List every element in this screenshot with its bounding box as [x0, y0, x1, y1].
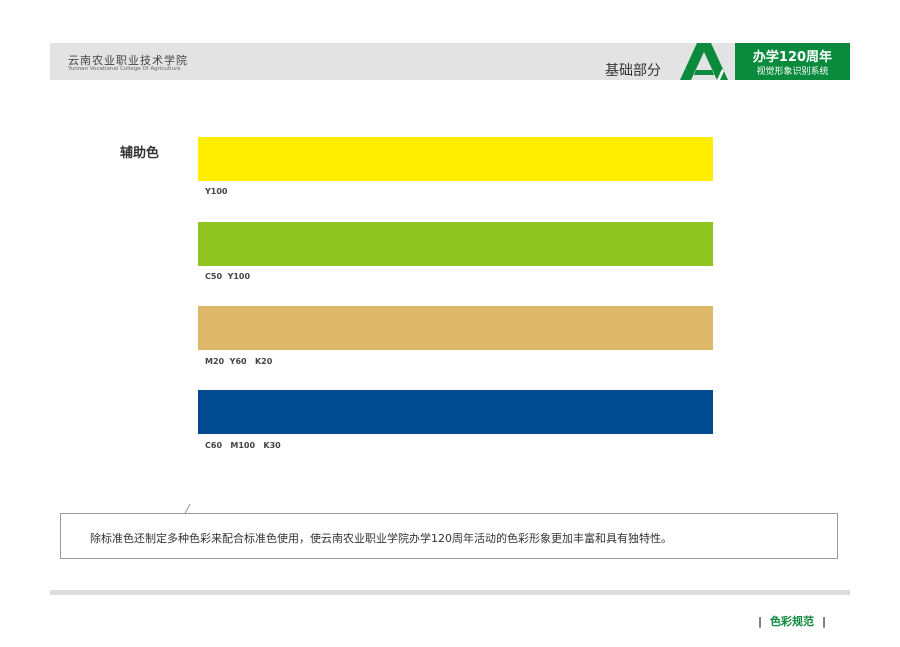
footer-bar-left: |: [758, 615, 763, 628]
description-box: 除标准色还制定多种色彩来配合标准色使用，使云南农业职业学院办学120周年活动的色…: [60, 513, 838, 559]
swatch-caption-green: C50 Y100: [205, 272, 251, 281]
swatch-blue: [198, 390, 713, 434]
swatch-green: [198, 222, 713, 266]
section-title: 基础部分: [605, 63, 661, 79]
swatch-yellow: [198, 137, 713, 181]
footer-section-label: | 色彩规范 |: [758, 613, 826, 629]
badge-title: 办学120周年: [752, 50, 833, 65]
logo-a-icon: [680, 43, 728, 80]
footer-divider: [50, 590, 850, 595]
badge-subtitle: 视觉形象识别系统: [756, 67, 829, 77]
school-name-en: Yunnan Vocational College Of Agriculture: [68, 66, 181, 72]
swatch-caption-yellow: Y100: [205, 187, 228, 196]
anniversary-badge: 办学120周年 视觉形象识别系统: [735, 43, 850, 80]
header-band: 云南农业职业技术学院 Yunnan Vocational College Of …: [50, 43, 850, 80]
footer-bar-right: |: [822, 615, 827, 628]
swatch-caption-tan: M20 Y60 K20: [205, 357, 273, 366]
footer-label-text: 色彩规范: [770, 615, 815, 628]
swatch-caption-blue: C60 M100 K30: [205, 441, 281, 450]
description-text: 除标准色还制定多种色彩来配合标准色使用，使云南农业职业学院办学120周年活动的色…: [90, 532, 672, 545]
swatch-tan: [198, 306, 713, 350]
auxiliary-color-label: 辅助色: [120, 146, 160, 161]
